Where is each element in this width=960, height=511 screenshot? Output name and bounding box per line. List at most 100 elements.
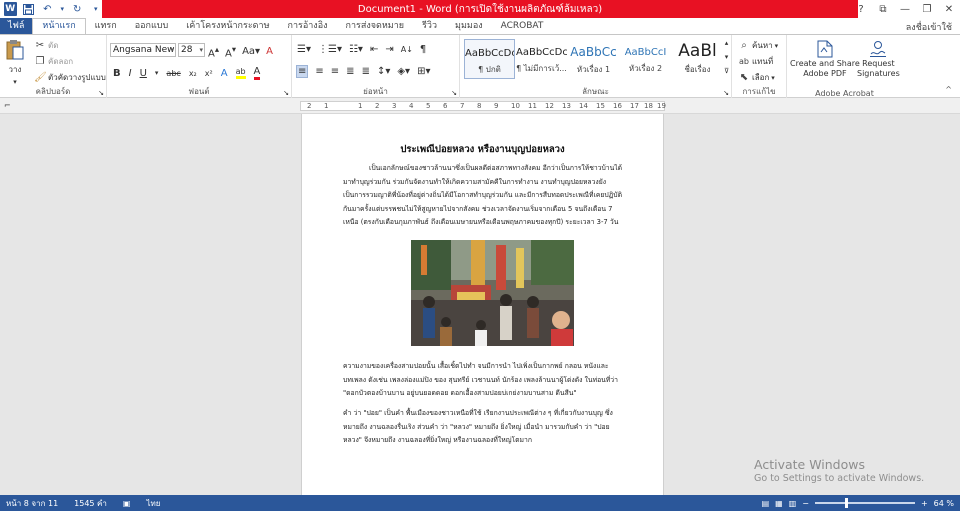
italic-icon[interactable]: I (129, 68, 132, 79)
shrink-font-icon[interactable]: A▾ (225, 44, 236, 59)
maximize-button[interactable]: ❐ (916, 4, 938, 15)
copy-button[interactable]: ❐ คัดลอก (34, 55, 74, 68)
zoom-in-icon[interactable]: + (921, 499, 928, 508)
ribbon-display-options-button[interactable]: ⧉ (872, 4, 894, 15)
tab-insert[interactable]: แทรก (86, 19, 126, 34)
justify-icon[interactable]: ≣ (346, 66, 354, 77)
web-layout-icon[interactable]: ▥ (789, 499, 797, 508)
style-sample: AaBbCcDc (516, 47, 567, 58)
bullets-icon[interactable]: ☰▾ (297, 44, 311, 55)
tab-acrobat[interactable]: ACROBAT (492, 19, 553, 34)
customize-toolbar-icon[interactable]: ▾ (90, 2, 103, 16)
find-dropdown-icon[interactable]: ▾ (775, 42, 779, 50)
styles-launcher-icon[interactable]: ↘ (723, 89, 729, 97)
read-mode-icon[interactable]: ▤ (762, 499, 770, 508)
font-size-dropdown-icon[interactable]: ▾ (199, 44, 203, 56)
tab-references[interactable]: การอ้างอิง (279, 19, 337, 34)
tab-mailings[interactable]: การส่งจดหมาย (337, 19, 414, 34)
minimize-button[interactable]: — (894, 4, 916, 15)
proofing-icon[interactable]: ▣ (123, 499, 131, 508)
style-no-spacing[interactable]: AaBbCcDc ¶ ไม่มีการเว้... (516, 39, 567, 79)
font-name-value: Angsana New (113, 45, 175, 55)
align-left-icon[interactable]: ≡ (296, 65, 309, 78)
undo-icon[interactable]: ↶ (41, 2, 54, 16)
highlight-icon[interactable]: ab (235, 67, 246, 79)
save-icon[interactable] (23, 2, 36, 16)
bold-icon[interactable]: B (113, 68, 121, 79)
paragraph-launcher-icon[interactable]: ↘ (451, 89, 457, 97)
font-size-combo[interactable]: 28 ▾ (178, 43, 205, 57)
distributed-icon[interactable]: ≣ (362, 66, 370, 77)
tab-file[interactable]: ไฟล์ (0, 18, 33, 34)
sign-in-link[interactable]: ลงชื่อเข้าใช้ (906, 20, 952, 34)
styles-down-icon[interactable]: ▾ (725, 53, 729, 61)
increase-indent-icon[interactable]: ⇥ (385, 44, 393, 55)
create-share-label-1: Create and Share (790, 59, 860, 68)
paste-button[interactable]: วาง ▾ (5, 39, 25, 86)
zoom-slider-thumb[interactable] (844, 498, 848, 508)
numbering-icon[interactable]: ⋮☰▾ (318, 44, 342, 55)
find-button[interactable]: ⌕ ค้นหา ▾ (738, 39, 778, 52)
horizontal-ruler[interactable]: 2 1 1 2 3 4 5 6 7 8 9 10 11 12 13 14 15 … (300, 101, 666, 111)
multilevel-list-icon[interactable]: ☷▾ (349, 44, 363, 55)
tab-selector-icon[interactable]: ⌐ (4, 101, 14, 111)
underline-dropdown-icon[interactable]: ▾ (155, 69, 159, 77)
close-button[interactable]: ✕ (938, 4, 960, 15)
select-dropdown-icon[interactable]: ▾ (771, 74, 775, 82)
shading-icon[interactable]: ◈▾ (397, 66, 410, 77)
festival-photo[interactable] (411, 240, 574, 346)
grow-font-icon[interactable]: A▴ (208, 44, 219, 59)
request-signatures-button[interactable]: Request Signatures (857, 40, 900, 78)
font-color-icon[interactable]: A (253, 66, 261, 80)
document-page[interactable]: ประเพณีปอยหลวง หรืองานบุญปอยหลวง เป็นเอก… (301, 114, 664, 499)
tab-review[interactable]: รีวิว (413, 19, 446, 34)
language-indicator[interactable]: ไทย (146, 497, 160, 510)
select-button[interactable]: ⬉ เลือก ▾ (738, 71, 775, 84)
redo-icon[interactable]: ↻ (71, 2, 84, 16)
print-layout-icon[interactable]: ▦ (775, 499, 783, 508)
replace-button[interactable]: ab แทนที่ (738, 55, 773, 68)
style-normal[interactable]: AaBbCcDc ¶ ปกติ (464, 39, 515, 79)
help-button[interactable]: ? (850, 4, 872, 15)
text-effects-icon[interactable]: A (221, 68, 228, 79)
align-center-icon[interactable]: ≡ (315, 66, 323, 77)
font-name-combo[interactable]: Angsana New ▾ (110, 43, 176, 57)
styles-up-icon[interactable]: ▴ (725, 39, 729, 47)
cut-button[interactable]: ✂ ตัด (34, 39, 59, 52)
tab-layout[interactable]: เค้าโครงหน้ากระดาษ (177, 19, 278, 34)
change-case-icon[interactable]: Aa▾ (242, 46, 260, 57)
tab-design[interactable]: ออกแบบ (126, 19, 178, 34)
subscript-icon[interactable]: x₂ (189, 69, 197, 78)
font-launcher-icon[interactable]: ↘ (283, 89, 289, 97)
style-heading-2[interactable]: AaBbCcI หัวเรื่อง 2 (620, 39, 671, 79)
clear-formatting-icon[interactable]: A (266, 46, 273, 57)
undo-dropdown-icon[interactable]: ▾ (60, 2, 65, 16)
tab-home[interactable]: หน้าแรก (32, 18, 86, 34)
page-count[interactable]: หน้า 8 จาก 11 (6, 497, 58, 510)
styles-more-icon[interactable]: ⊽ (724, 67, 729, 75)
zoom-slider[interactable] (814, 498, 915, 508)
underline-icon[interactable]: U (140, 68, 147, 79)
decrease-indent-icon[interactable]: ⇤ (370, 44, 378, 55)
clipboard-launcher-icon[interactable]: ↘ (98, 89, 104, 97)
ruler: ⌐ 2 1 1 2 3 4 5 6 7 8 9 10 11 12 13 14 1… (0, 98, 960, 114)
borders-icon[interactable]: ⊞▾ (417, 66, 430, 77)
format-painter-button[interactable]: 🖌 ตัวคัดวางรูปแบบ (34, 71, 106, 84)
line-spacing-icon[interactable]: ↕▾ (377, 66, 390, 77)
style-title[interactable]: AaBl ชื่อเรื่อง (672, 39, 723, 79)
font-name-dropdown-icon[interactable]: ▾ (170, 44, 174, 56)
style-heading-1[interactable]: AaBbCc หัวเรื่อง 1 (568, 39, 619, 79)
create-share-pdf-button[interactable]: Create and Share Adobe PDF (790, 40, 860, 78)
word-count[interactable]: 1545 คำ (74, 497, 107, 510)
zoom-out-icon[interactable]: − (802, 499, 809, 508)
tab-view[interactable]: มุมมอง (446, 19, 492, 34)
collapse-ribbon-icon[interactable]: ^ (945, 85, 952, 94)
align-right-icon[interactable]: ≡ (331, 66, 339, 77)
strikethrough-icon[interactable]: abc (166, 69, 180, 78)
show-formatting-icon[interactable]: ¶ (420, 44, 426, 55)
replace-icon: ab (739, 56, 749, 66)
superscript-icon[interactable]: x² (205, 69, 213, 78)
sort-icon[interactable]: A↓ (401, 45, 413, 54)
clipboard-group: วาง ▾ ✂ ตัด ❐ คัดลอก 🖌 ตัวคัดวางรูปแบบ ค… (0, 35, 107, 99)
zoom-level[interactable]: 64 % (934, 499, 954, 508)
